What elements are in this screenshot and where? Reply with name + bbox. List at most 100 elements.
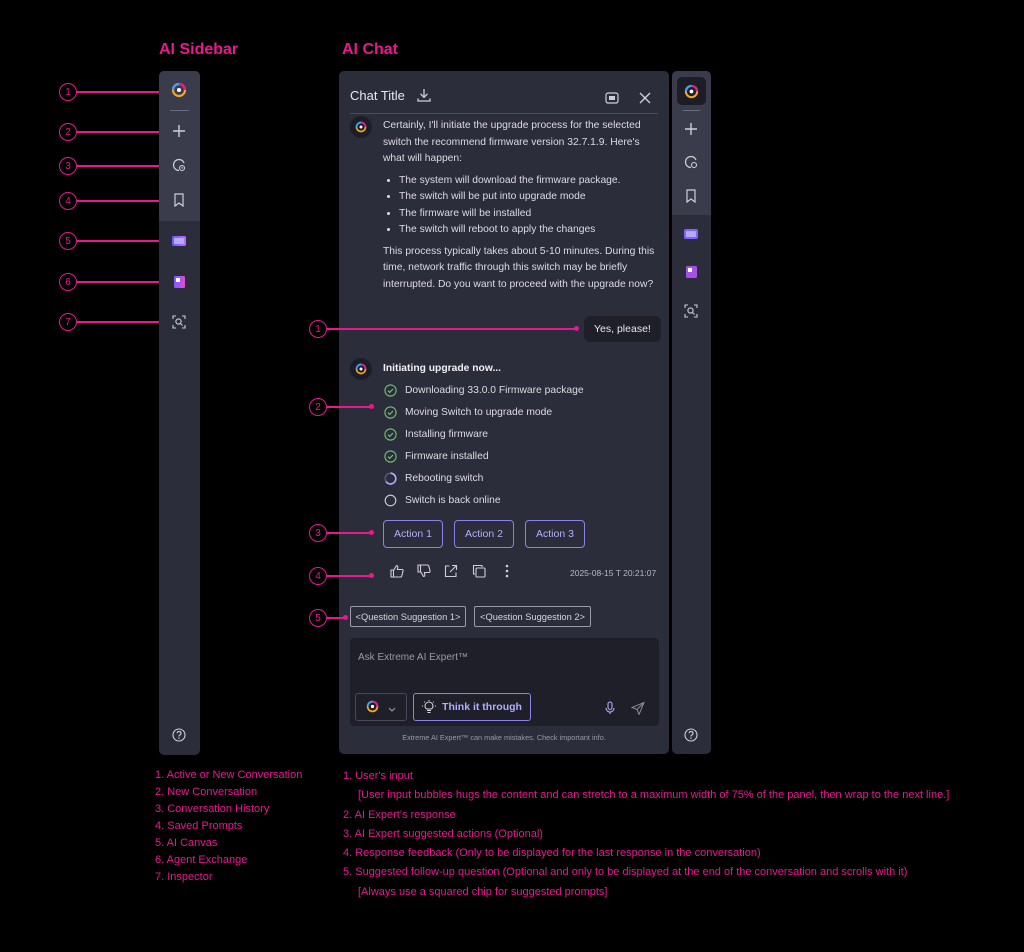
new-conversation-button[interactable] [166, 118, 192, 144]
ai-chat-panel: Chat Title Certainly, I'll initiate the … [339, 71, 669, 754]
chat-heading: AI Chat [342, 41, 398, 58]
action-button[interactable]: Action 3 [525, 520, 585, 548]
ai-logo-icon [355, 363, 367, 375]
legend-item: 2. AI Expert's response [343, 808, 456, 821]
agent-exchange-icon [173, 275, 186, 289]
check-circle-icon [384, 450, 397, 463]
think-it-through-button[interactable]: Think it through [413, 693, 531, 721]
help-icon [172, 728, 186, 742]
action-button[interactable]: Action 1 [383, 520, 443, 548]
download-icon [416, 88, 432, 107]
agent-exchange-button[interactable] [166, 269, 192, 295]
annotation-dot [369, 530, 374, 535]
annotation-line [77, 281, 167, 283]
help-icon [684, 728, 698, 742]
annotation-dot [369, 404, 374, 409]
panel-toggle-icon [605, 89, 619, 108]
chat-input[interactable]: Ask Extreme AI Expert™ [358, 652, 468, 663]
annotation-line [77, 321, 167, 323]
annotation-line [77, 165, 167, 167]
inspector-icon [172, 315, 186, 329]
agent-exchange-button[interactable] [678, 259, 704, 285]
plus-icon [172, 124, 186, 138]
close-button[interactable] [639, 89, 651, 108]
inspector-button[interactable] [166, 309, 192, 335]
help-button[interactable] [166, 722, 192, 748]
saved-prompts-button[interactable] [678, 183, 704, 209]
bookmark-icon [685, 189, 697, 203]
saved-prompts-button[interactable] [166, 187, 192, 213]
ai-logo-icon [355, 121, 367, 133]
step-label: Firmware installed [405, 451, 489, 462]
step-label: Downloading 33.0.0 Firmware package [405, 385, 584, 396]
legend-item: 4. Response feedback (Only to be display… [343, 847, 761, 860]
annotation-line [327, 406, 371, 408]
check-circle-icon [384, 384, 397, 397]
annotation-marker: 6 [59, 273, 77, 291]
progress-step: Switch is back online [384, 494, 501, 507]
step-label: Switch is back online [405, 495, 501, 506]
annotation-marker: 1 [309, 320, 327, 338]
annotation-marker: 4 [59, 192, 77, 210]
conversation-history-button[interactable] [678, 149, 704, 175]
inspector-button[interactable] [678, 298, 704, 324]
user-message-bubble: Yes, please! [584, 316, 661, 342]
empty-circle-icon [384, 494, 397, 507]
annotation-marker: 4 [309, 567, 327, 585]
conversation-history-button[interactable] [166, 152, 192, 178]
ai-avatar [350, 116, 372, 138]
progress-step: Moving Switch to upgrade mode [384, 406, 552, 419]
more-vertical-icon [505, 563, 509, 582]
annotation-dot [574, 326, 579, 331]
thumbs-up-button[interactable] [389, 564, 405, 580]
send-icon [630, 700, 645, 719]
annotation-marker: 2 [309, 398, 327, 416]
step-label: Moving Switch to upgrade mode [405, 407, 553, 418]
action-button[interactable]: Action 2 [454, 520, 514, 548]
active-conversation-button[interactable] [166, 77, 192, 103]
history-chat-icon [172, 158, 186, 172]
chat-title: Chat Title [350, 88, 405, 103]
history-chat-icon [684, 155, 698, 169]
help-button[interactable] [678, 722, 704, 748]
thumbs-down-button[interactable] [416, 563, 432, 580]
download-button[interactable] [416, 87, 432, 107]
legend-item: 5. Suggested follow-up question (Optiona… [343, 866, 908, 879]
new-conversation-button[interactable] [678, 116, 704, 142]
active-conversation-button[interactable] [677, 77, 706, 105]
sidebar-heading: AI Sidebar [159, 41, 239, 58]
share-button[interactable] [443, 564, 459, 580]
think-it-through-label: Think it through [442, 701, 522, 713]
progress-step: Rebooting switch [384, 472, 483, 485]
suggestion-chip[interactable]: <Question Suggestion 1> [350, 606, 466, 627]
collapse-panel-button[interactable] [605, 89, 619, 108]
annotation-marker: 7 [59, 313, 77, 331]
legend-item: 3. Conversation History [155, 803, 270, 815]
ai-sidebar-collapsed [672, 71, 711, 754]
suggestion-chip[interactable]: <Question Suggestion 2> [474, 606, 591, 627]
annotation-marker: 1 [59, 83, 77, 101]
ai-canvas-button[interactable] [166, 228, 192, 254]
microphone-button[interactable] [604, 700, 616, 719]
annotation-line [77, 240, 167, 242]
progress-title: Initiating upgrade now... [383, 363, 502, 374]
check-circle-icon [384, 406, 397, 419]
inspector-icon [684, 304, 698, 318]
ai-message-outro: This process typically takes about 5-10 … [383, 245, 655, 290]
annotation-marker: 5 [59, 232, 77, 250]
thumbs-up-icon [390, 563, 404, 582]
check-circle-icon [384, 428, 397, 441]
ai-canvas-button[interactable] [678, 221, 704, 247]
model-selector[interactable] [355, 693, 407, 721]
annotation-line [77, 91, 167, 93]
legend-item: [Always use a squared chip for suggested… [358, 885, 608, 898]
ai-logo-icon [171, 82, 187, 98]
progress-step: Downloading 33.0.0 Firmware package [384, 384, 584, 397]
copy-button[interactable] [471, 564, 487, 580]
send-button[interactable] [630, 700, 645, 719]
more-options-button[interactable] [499, 564, 515, 580]
annotation-line [77, 200, 167, 202]
annotation-line [327, 575, 371, 577]
legend-item: [User input bubbles hugs the content and… [358, 789, 950, 802]
sidebar-legend: 1. Active or New Conversation 2. New Con… [155, 767, 302, 886]
